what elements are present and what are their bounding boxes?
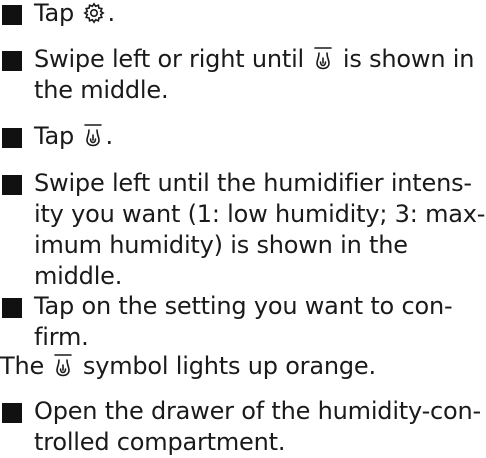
step-line: Swipe left until the humidifier intens- [34,169,472,197]
step-line: imum humidity) is shown in the [34,231,408,259]
line-text: Swipe left or right until [34,45,312,73]
bullet-marker [2,175,22,195]
instruction-document: Tap . Swipe left or right until is shown… [0,0,486,456]
line-text: . [107,0,115,27]
line-text: Tap [34,0,82,27]
result-line: The symbol lights up orange. [0,351,376,382]
bullet-marker [2,51,22,71]
step-line: firm. [34,323,89,351]
step-line: the middle. [34,76,169,104]
step-line: Tap on the setting you want to con- [34,292,453,320]
step-line: ity you want (1: low humidity; 3: max- [34,200,486,228]
line-text: is shown in [335,45,475,73]
bullet-marker [2,128,22,148]
step-line: middle. [34,262,123,290]
gear-icon [83,2,106,24]
step-line: Tap . [34,121,113,152]
line-text: Tap [34,122,82,150]
step-line: Tap . [34,0,115,29]
bullet-marker [2,403,22,423]
step-line: Open the drawer of the humidity-con- [34,397,481,425]
humidity-icon [84,124,103,147]
line-text: The [0,352,52,380]
bullet-marker [2,298,22,318]
step-line: Swipe left or right until is shown in [34,44,474,75]
line-text: symbol lights up orange. [75,352,376,380]
line-text: . [105,122,113,150]
bullet-marker [2,5,22,25]
humidity-icon [54,354,73,377]
step-line: trolled compartment. [34,428,286,456]
humidity-icon [314,47,333,70]
